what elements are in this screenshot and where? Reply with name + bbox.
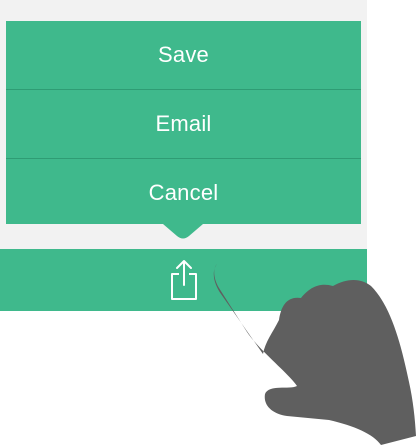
save-menu-item[interactable]: Save [6,21,361,89]
cancel-menu-item[interactable]: Cancel [6,159,361,226]
share-menu: Save Email Cancel [6,21,361,224]
pointing-hand-icon [213,264,416,445]
menu-pointer-caret [163,224,203,239]
screen: Save Email Cancel [0,0,416,445]
share-icon[interactable] [170,259,198,301]
email-menu-item[interactable]: Email [6,90,361,158]
